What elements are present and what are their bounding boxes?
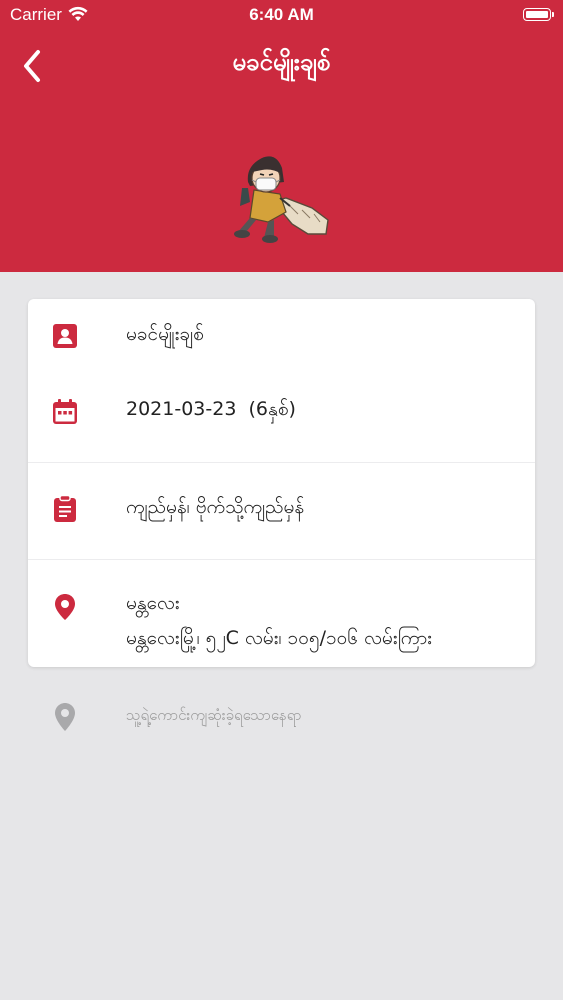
last-location-row: သူ့ရဲ့ကောင်းကျဆုံးခဲ့ရသောနေရာ	[0, 690, 563, 740]
details-card: မခင်မျိုးချစ် 2021-03-23 (6နှစ်) ကျည်မှန…	[28, 299, 535, 667]
description-text: ကျည်မှန်၊ ဗိုက်သို့ကျည်မှန်	[126, 496, 305, 518]
clipboard-icon	[54, 495, 76, 522]
calendar-icon	[53, 399, 77, 424]
location-address: မန္တလေးမြို့၊ ၅၂C လမ်း၊ ၁၀၅/၁၀၆ လမ်းကြား	[126, 627, 432, 649]
battery-icon	[523, 8, 554, 21]
location-title: မန္တလေး	[126, 592, 180, 614]
birth-date-row: 2021-03-23 (6နှစ်)	[28, 374, 535, 462]
last-location-label: သူ့ရဲ့ကောင်းကျဆုံးခဲ့ရသောနေရာ	[126, 706, 302, 724]
header: Carrier 6:40 AM မခင်မျိုးချစ်	[0, 0, 563, 272]
location-row: မန္တလေး မန္တလေးမြို့၊ ၅၂C လမ်း၊ ၁၀၅/၁၀၆ …	[28, 560, 535, 667]
map-pin-icon	[55, 594, 75, 620]
name-row: မခင်မျိုးချစ်	[28, 299, 535, 374]
person-badge-icon	[53, 324, 77, 348]
page-title: မခင်မျိုးချစ်	[232, 48, 331, 76]
birth-date: 2021-03-23 (6နှစ်)	[126, 397, 296, 425]
birth-date-value: 2021-03-23	[126, 398, 237, 420]
status-bar: Carrier 6:40 AM	[0, 0, 563, 30]
description-row: ကျည်မှန်၊ ဗိုက်သို့ကျည်မှန်	[28, 463, 535, 559]
age-value: (6နှစ်)	[248, 398, 296, 420]
map-pin-icon	[55, 703, 75, 731]
clock: 6:40 AM	[249, 5, 314, 24]
child-name: မခင်မျိုးချစ်	[126, 323, 204, 345]
avatar	[234, 156, 329, 243]
